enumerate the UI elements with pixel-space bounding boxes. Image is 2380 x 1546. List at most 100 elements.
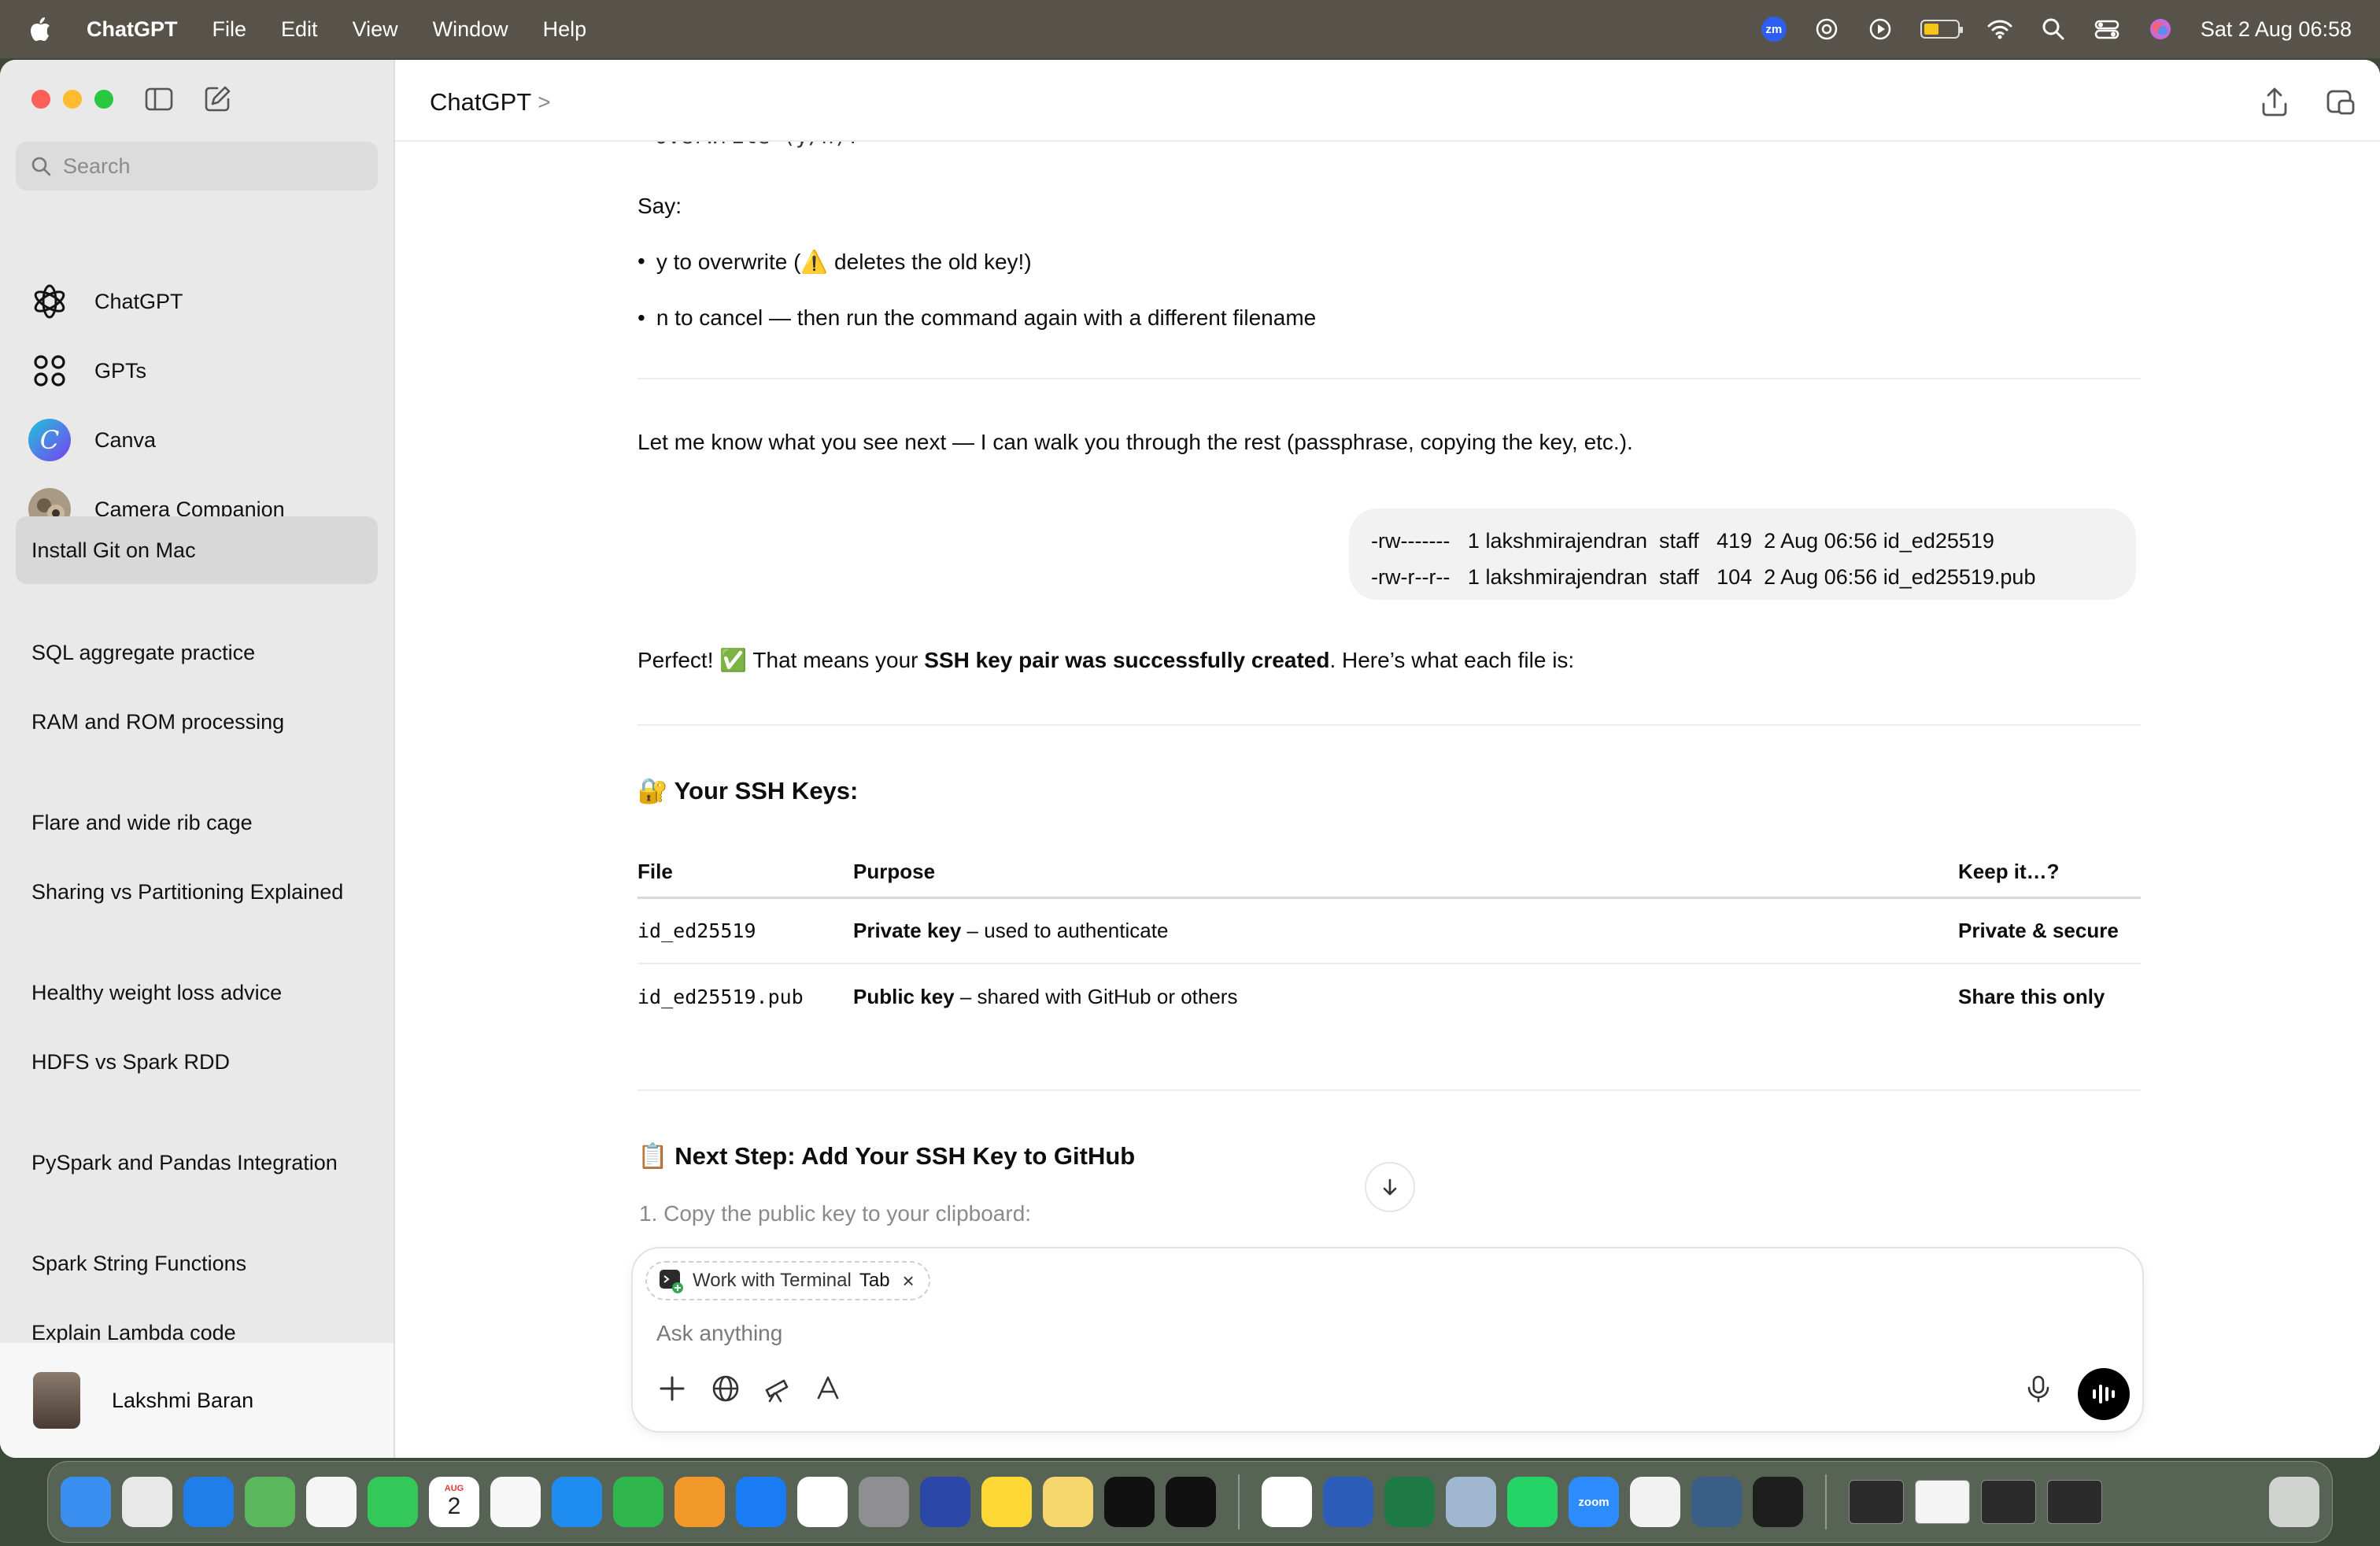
battery-icon[interactable] [1920, 20, 1963, 39]
menu-edit[interactable]: Edit [281, 17, 318, 42]
menubar-clock[interactable]: Sat 2 Aug 06:58 [2201, 17, 2352, 42]
minimized-window-thumbnail[interactable] [1849, 1480, 1904, 1524]
user-message-line: -rw-r--r-- 1 lakshmirajendran staff 104 … [1371, 565, 2036, 589]
menu-help[interactable]: Help [543, 17, 587, 42]
zoom-app[interactable]: zoom [1569, 1477, 1619, 1527]
user-profile[interactable]: Lakshmi Baran [0, 1343, 394, 1458]
menu-window[interactable]: Window [433, 17, 508, 42]
avatar [33, 1372, 80, 1429]
wifi-icon[interactable] [1986, 16, 2013, 43]
section-heading: 🔐 Your SSH Keys: [638, 777, 859, 804]
control-center-icon[interactable] [2094, 16, 2120, 43]
sidebar-search[interactable] [16, 142, 378, 190]
voice-mode-button[interactable] [2078, 1368, 2130, 1420]
message-input[interactable] [656, 1321, 1837, 1346]
app-store-app[interactable] [736, 1477, 786, 1527]
textedit-app[interactable] [1630, 1477, 1680, 1527]
share-icon[interactable] [2257, 85, 2292, 120]
menu-app-name[interactable]: ChatGPT [87, 17, 178, 42]
menu-view[interactable]: View [353, 17, 398, 42]
whatsapp-app[interactable] [1507, 1477, 1558, 1527]
calendar-day: 2 [447, 1493, 461, 1519]
minimize-window-button[interactable] [63, 90, 82, 109]
chat-item[interactable]: PySpark and Pandas Integration [31, 1151, 338, 1175]
chat-item[interactable]: Explain Lambda code [31, 1321, 236, 1345]
composer: Work with Terminal Tab × [631, 1247, 2144, 1433]
waveform-icon [2093, 1385, 2115, 1404]
stickies-app[interactable] [1043, 1477, 1093, 1527]
screen-capture-app[interactable] [920, 1477, 970, 1527]
sidebar-item-gpts[interactable]: GPTs [28, 350, 146, 392]
terminal-app-icon [660, 1270, 683, 1293]
safari-app[interactable] [183, 1477, 234, 1527]
zoom-status-icon[interactable]: zm [1761, 17, 1787, 42]
toggle-sidebar-icon[interactable] [143, 83, 175, 115]
search-input[interactable] [63, 153, 362, 179]
model-selector[interactable]: ChatGPT > [430, 88, 551, 117]
section-heading: 📋 Next Step: Add Your SSH Key to GitHub [638, 1142, 1136, 1170]
minimized-window-thumbnail[interactable] [1915, 1480, 1970, 1524]
chip-label: Work with Terminal [693, 1270, 852, 1291]
chat-item[interactable]: Healthy weight loss advice [31, 981, 282, 1005]
photos-app[interactable] [306, 1477, 357, 1527]
numbers-app[interactable] [613, 1477, 663, 1527]
emphasis-text: SSH key pair was successfully created [924, 648, 1330, 672]
word-app[interactable] [1323, 1477, 1373, 1527]
pycharm-app[interactable] [1166, 1477, 1216, 1527]
notes-app[interactable] [981, 1477, 1032, 1527]
scroll-to-bottom-button[interactable] [1365, 1162, 1415, 1212]
intellij-app[interactable] [1104, 1477, 1155, 1527]
telescope-icon[interactable] [762, 1373, 793, 1404]
chat-item[interactable]: Sharing vs Partitioning Explained [31, 880, 343, 904]
assistant-paragraph: Perfect! ✅ That means your SSH key pair … [638, 648, 1575, 672]
finder-app[interactable] [61, 1477, 111, 1527]
preview-app[interactable] [1446, 1477, 1496, 1527]
pages-app[interactable] [674, 1477, 725, 1527]
freeform-app[interactable] [490, 1477, 541, 1527]
close-window-button[interactable] [31, 90, 50, 109]
chat-item[interactable]: HDFS vs Spark RDD [31, 1050, 230, 1074]
chat-item[interactable]: Spark String Functions [31, 1252, 246, 1276]
spotlight-search-icon[interactable] [2040, 16, 2067, 43]
sidebar-item-label: GPTs [94, 358, 147, 383]
siri-icon[interactable] [2147, 16, 2174, 43]
play-status-icon[interactable] [1867, 16, 1894, 43]
chatgpt-app[interactable] [1262, 1477, 1312, 1527]
zoom-window-button[interactable] [94, 90, 113, 109]
keynote-app[interactable] [552, 1477, 602, 1527]
list-item: 1. Copy the public key to your clipboard… [639, 1201, 1032, 1226]
tools-icon[interactable] [812, 1373, 844, 1404]
menu-file[interactable]: File [213, 17, 247, 42]
dock-separator [1238, 1474, 1240, 1529]
system-settings-app[interactable] [859, 1477, 909, 1527]
excel-app[interactable] [1384, 1477, 1435, 1527]
terminal-context-chip[interactable]: Work with Terminal Tab × [645, 1261, 930, 1300]
microphone-icon[interactable] [2023, 1373, 2054, 1404]
new-window-icon[interactable] [2323, 85, 2358, 120]
macos-menubar: ChatGPT File Edit View Window Help zm Sa… [0, 0, 2380, 58]
mysql-workbench-app[interactable] [1691, 1477, 1742, 1527]
apple-logo-icon[interactable] [28, 16, 52, 43]
terminal-app[interactable] [1753, 1477, 1803, 1527]
facetime-app[interactable] [368, 1477, 418, 1527]
sidebar-item-chatgpt[interactable]: ChatGPT [28, 280, 183, 323]
close-icon[interactable]: × [903, 1269, 915, 1293]
maps-app[interactable] [245, 1477, 295, 1527]
chat-item-active[interactable]: Install Git on Mac [16, 516, 378, 584]
minimized-window-thumbnail[interactable] [2047, 1480, 2102, 1524]
minimized-window-thumbnail[interactable] [1981, 1480, 2036, 1524]
chat-item[interactable]: SQL aggregate practice [31, 641, 255, 665]
trash-icon[interactable] [2269, 1477, 2319, 1527]
sidebar-item-label: Canva [94, 427, 157, 452]
chat-item[interactable]: RAM and ROM processing [31, 710, 284, 734]
plus-icon[interactable] [656, 1373, 688, 1404]
canva-logo-icon: C [28, 419, 71, 461]
sidebar-item-canva[interactable]: C Canva [28, 419, 156, 461]
new-chat-icon[interactable] [201, 83, 233, 115]
chat-item[interactable]: Flare and wide rib cage [31, 811, 253, 835]
chrome-app[interactable] [797, 1477, 848, 1527]
calendar-app[interactable]: AUG 2 [429, 1477, 479, 1527]
globe-icon[interactable] [710, 1373, 741, 1404]
chatgpt-status-icon[interactable] [1813, 16, 1840, 43]
launchpad-app[interactable] [122, 1477, 172, 1527]
